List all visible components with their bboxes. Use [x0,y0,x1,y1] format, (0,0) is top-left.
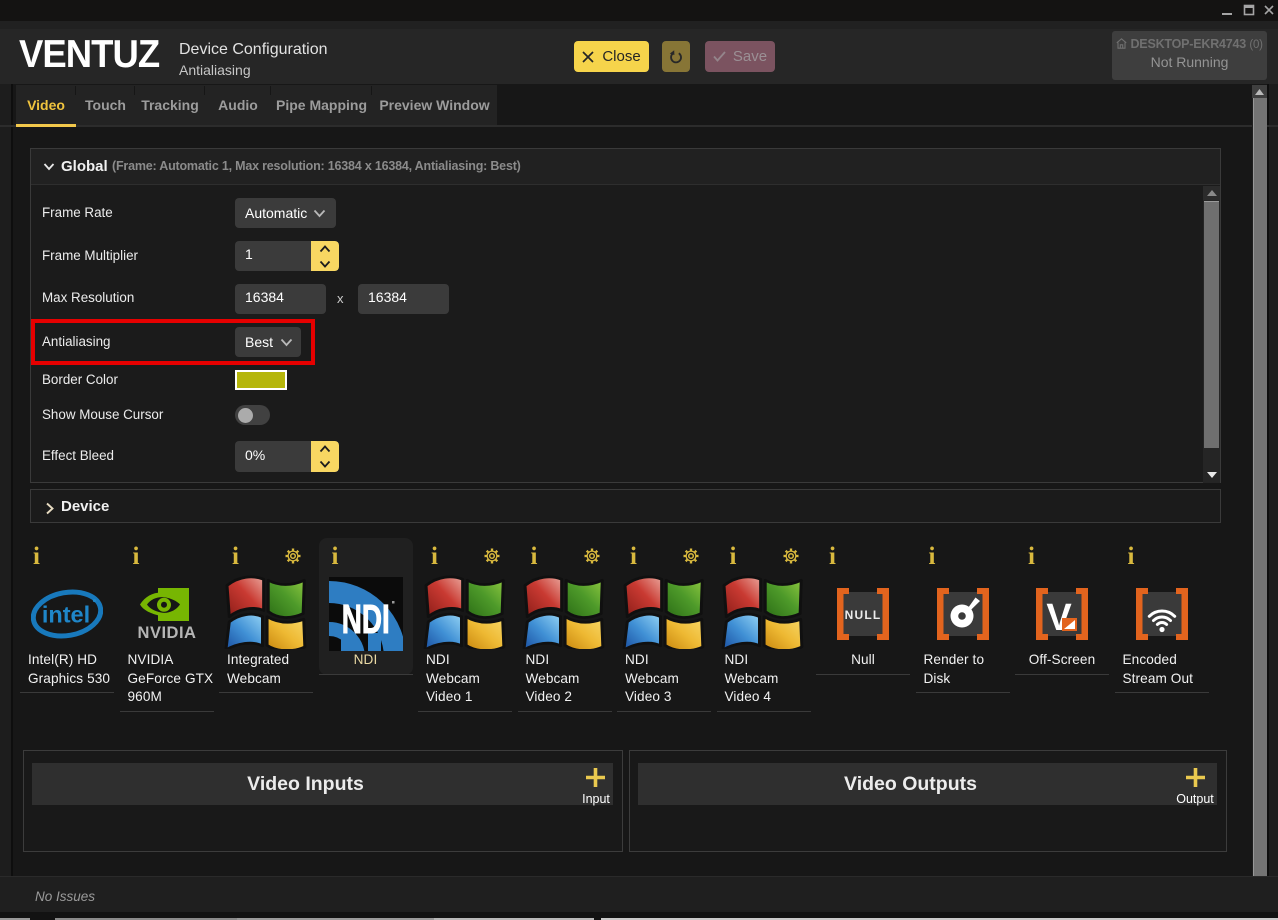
svg-text:intel: intel [42,602,90,628]
svg-text:NULL: NULL [845,608,882,622]
svg-text:NVIDIA: NVIDIA [137,624,196,641]
svg-text:NDI: NDI [341,597,389,643]
